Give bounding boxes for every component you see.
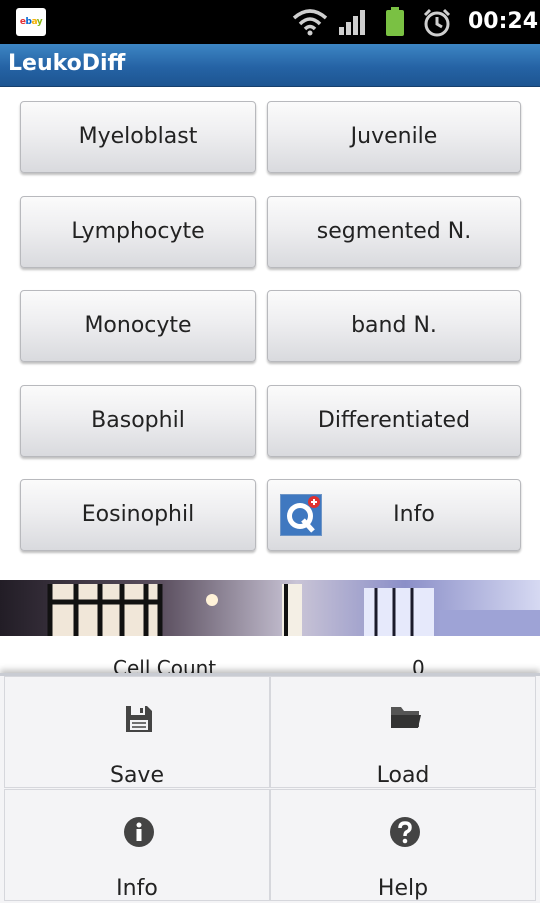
juvenile-button[interactable]: Juvenile (267, 101, 521, 173)
app-title-bar: LeukoDiff (0, 44, 540, 87)
help-icon (390, 817, 420, 847)
menu-save-button[interactable]: Save (4, 676, 270, 788)
menu-save-label: Save (109, 763, 164, 788)
ebay-icon: ebay (16, 8, 46, 36)
basophil-button[interactable]: Basophil (20, 385, 256, 457)
menu-load-label: Load (376, 763, 430, 788)
alarm-icon (423, 8, 451, 37)
menu-help-button[interactable]: Help (270, 789, 536, 901)
status-bar: ebay 00:24 (0, 0, 540, 44)
app-title: LeukoDiff (8, 51, 126, 76)
save-icon (126, 706, 152, 732)
menu-load-button[interactable]: Load (270, 676, 536, 788)
info-button-label: Info (393, 502, 435, 527)
menu-info-label: Info (116, 876, 158, 901)
eosinophil-button[interactable]: Eosinophil (20, 479, 256, 551)
differentiated-button[interactable]: Differentiated (267, 385, 521, 457)
myeloblast-button[interactable]: Myeloblast (20, 101, 256, 173)
lab-background-image (0, 580, 540, 636)
info-button[interactable]: Info (267, 479, 521, 551)
lab-photo-graphic (0, 580, 540, 636)
menu-info-button[interactable]: Info (4, 789, 270, 901)
battery-icon (386, 7, 404, 36)
options-menu: Save Load Info Help (0, 673, 540, 903)
menu-help-label: Help (377, 876, 429, 901)
lymphocyte-button[interactable]: Lymphocyte (20, 196, 256, 268)
band-neutrophil-button[interactable]: band N. (267, 290, 521, 362)
wifi-icon (292, 9, 328, 36)
signal-icon (339, 10, 365, 35)
segmented-neutrophil-button[interactable]: segmented N. (267, 196, 521, 268)
folder-icon (391, 707, 421, 728)
status-time: 00:24 (468, 9, 539, 34)
monocyte-button[interactable]: Monocyte (20, 290, 256, 362)
info-icon (124, 817, 154, 847)
